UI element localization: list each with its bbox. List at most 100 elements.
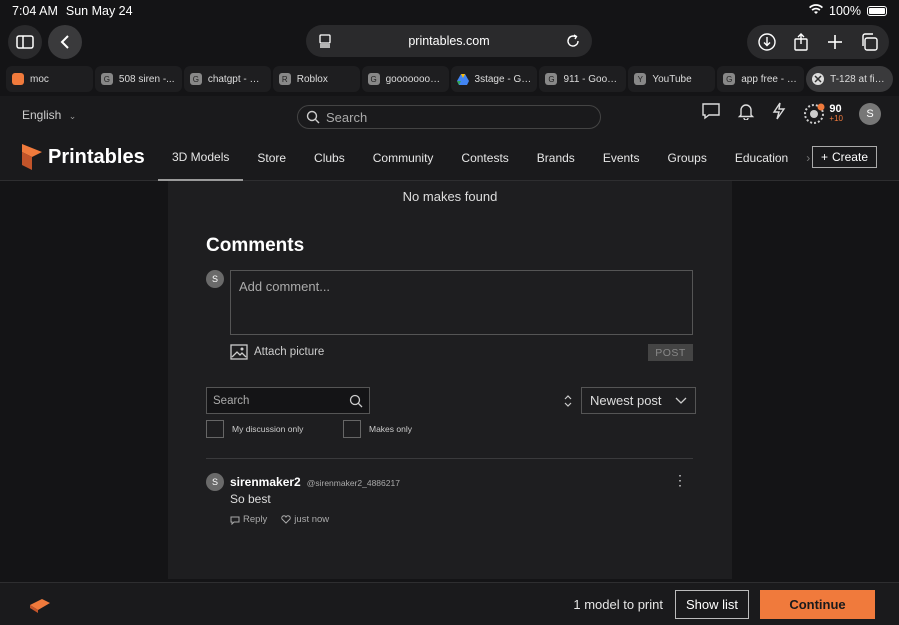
browser-actions — [747, 25, 889, 59]
like-button[interactable]: just now — [281, 514, 329, 525]
nav-item-clubs[interactable]: Clubs — [300, 134, 359, 181]
post-button[interactable]: POST — [648, 344, 693, 361]
continue-button[interactable]: Continue — [760, 590, 875, 619]
search-placeholder: Search — [326, 109, 368, 125]
new-tab-icon[interactable] — [825, 32, 845, 52]
attach-label: Attach picture — [254, 346, 325, 358]
sidebar-toggle-button[interactable] — [8, 25, 42, 59]
google-icon: G — [723, 73, 736, 85]
chevron-down-icon: ⌄ — [68, 111, 77, 121]
print-bucket-icon[interactable] — [28, 595, 52, 618]
wifi-icon — [809, 4, 824, 18]
tab-5[interactable]: 3stage - Goo... — [450, 66, 538, 92]
heart-icon — [281, 515, 292, 524]
search-icon — [349, 394, 363, 407]
bell-icon[interactable] — [737, 102, 755, 125]
reload-icon[interactable] — [566, 34, 580, 48]
comment-actions: Reply just now — [230, 514, 329, 525]
printables-logo[interactable]: Printables — [22, 144, 145, 170]
nav-item-contests[interactable]: Contests — [447, 134, 522, 181]
url-text: printables.com — [408, 34, 490, 48]
tab-9[interactable]: T-128 at fire... — [806, 66, 894, 92]
youtube-icon: Y — [634, 73, 647, 85]
more-options-icon[interactable]: ⋮ — [673, 473, 687, 487]
comment-search-placeholder: Search — [213, 394, 250, 407]
comment-author-name[interactable]: sirenmaker2 — [230, 475, 301, 489]
tab-label: 3stage - Goo... — [474, 73, 532, 85]
status-date: Sun May 24 — [65, 4, 133, 18]
tab-8[interactable]: Gapp free - G... — [717, 66, 805, 92]
tab-label: 508 siren -... — [118, 73, 175, 85]
messages-icon[interactable] — [701, 102, 721, 125]
share-icon[interactable] — [791, 32, 811, 52]
address-bar[interactable]: printables.com — [306, 25, 592, 57]
plus-icon: + — [820, 150, 828, 164]
brand-name: Printables — [48, 145, 145, 168]
tab-7[interactable]: Y YouTube — [628, 66, 716, 92]
makes-only-checkbox[interactable] — [343, 420, 361, 438]
nav-item-community[interactable]: Community — [359, 134, 448, 181]
back-button[interactable] — [48, 25, 82, 59]
nav-item-education[interactable]: Education — [721, 134, 802, 181]
model-detail-card: No makes found Comments S Add comment...… — [168, 181, 732, 579]
comment-input[interactable]: Add comment... — [230, 270, 693, 335]
comment-text: So best — [230, 492, 271, 506]
reply-label: Reply — [243, 514, 268, 525]
tab-2[interactable]: Gchatgpt - Go... — [183, 66, 271, 92]
nav-item-events[interactable]: Events — [589, 134, 654, 181]
status-bar: 7:04 AM Sun May 24 100% — [0, 0, 899, 22]
tab-4[interactable]: Ggooooooooo... — [361, 66, 449, 92]
tab-label: 911 - Google... — [563, 73, 621, 85]
lightning-icon[interactable] — [771, 102, 787, 125]
site-search-input[interactable]: Search — [297, 105, 601, 129]
tab-bar: moc G 508 siren -... Gchatgpt - Go... R Ro… — [6, 66, 894, 92]
google-icon: G — [545, 73, 558, 85]
page-menu-icon[interactable] — [318, 34, 332, 48]
user-avatar[interactable]: S — [859, 102, 881, 125]
tab-1[interactable]: G 508 siren -... — [94, 66, 182, 92]
image-icon — [230, 344, 248, 360]
commenter-avatar: S — [206, 270, 224, 288]
makes-only-filter[interactable]: Makes only — [343, 420, 412, 438]
tab-3[interactable]: R Roblox — [272, 66, 360, 92]
nav-item-3d-models[interactable]: 3D Models — [158, 134, 244, 181]
no-makes-message: No makes found — [402, 189, 498, 204]
tab-label: moc — [30, 73, 49, 85]
sort-control: Newest post — [563, 387, 696, 414]
tabs-overview-icon[interactable] — [859, 32, 879, 52]
chevron-down-icon — [675, 397, 687, 404]
battery-icon — [867, 6, 887, 16]
makes-only-label: Makes only — [369, 424, 412, 434]
points-icon — [804, 103, 825, 124]
sort-select[interactable]: Newest post — [581, 387, 696, 414]
comment-author-handle: @sirenmaker2_4886217 — [306, 478, 400, 488]
comments-heading: Comments — [206, 235, 305, 256]
google-icon: G — [367, 73, 380, 85]
discussion-only-filter[interactable]: My discussion only — [206, 420, 303, 438]
language-selector[interactable]: English ⌄ — [22, 108, 76, 122]
comment-time: just now — [294, 514, 330, 525]
nav-item-brands[interactable]: Brands — [523, 134, 589, 181]
nav-item-store[interactable]: Store — [243, 134, 300, 181]
status-time: 7:04 AM — [12, 4, 58, 18]
download-icon[interactable] — [757, 32, 777, 52]
nav-item-groups[interactable]: Groups — [654, 134, 721, 181]
create-button[interactable]: + Create — [811, 146, 877, 168]
tab-0[interactable]: moc — [6, 66, 93, 92]
sort-icon — [564, 394, 572, 407]
reply-button[interactable]: Reply — [230, 514, 267, 525]
tab-label: T-128 at fire... — [830, 73, 888, 85]
attach-picture-button[interactable]: Attach picture — [230, 344, 324, 360]
printables-icon — [12, 73, 24, 85]
comment-author-avatar[interactable]: S — [206, 473, 224, 491]
comment-search-input[interactable]: Search — [206, 387, 370, 414]
close-icon[interactable] — [812, 73, 825, 85]
discussion-only-checkbox[interactable] — [206, 420, 224, 438]
tab-6[interactable]: G 911 - Google... — [539, 66, 627, 92]
reply-icon — [230, 516, 240, 525]
show-list-button[interactable]: Show list — [675, 590, 749, 619]
google-icon: G — [189, 73, 202, 85]
sort-value: Newest post — [590, 393, 662, 408]
browser-toolbar: printables.com — [0, 22, 899, 62]
points-badge[interactable]: 90 +10 — [803, 103, 843, 125]
